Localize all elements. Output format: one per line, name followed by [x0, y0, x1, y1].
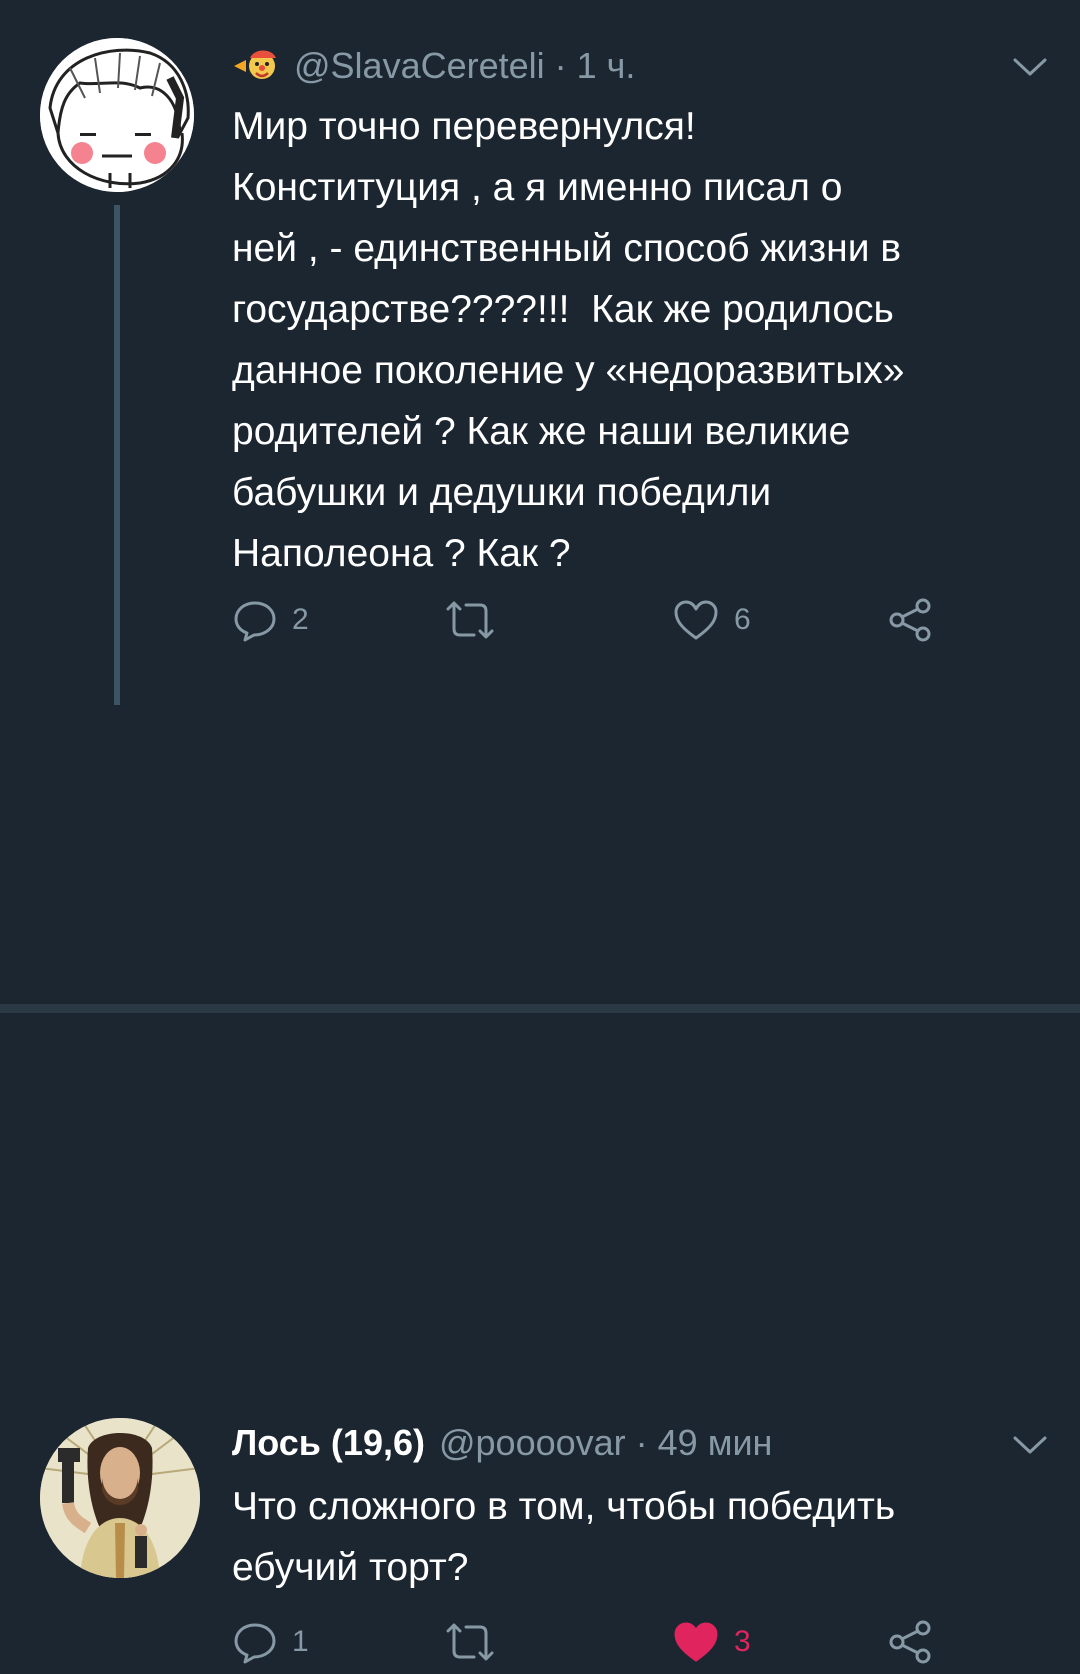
- tweet-2[interactable]: Лось (19,6) @poooovar · 49 мин Что сложн…: [0, 700, 1080, 1664]
- like-button[interactable]: 3: [672, 1614, 751, 1670]
- like-button[interactable]: 6: [672, 592, 751, 648]
- share-icon: [889, 1620, 931, 1664]
- separator-dot: ·: [635, 1422, 648, 1463]
- separator-dot: ·: [554, 45, 567, 86]
- jesus-with-gun-avatar-image: [40, 1418, 200, 1578]
- avatar[interactable]: [40, 1418, 200, 1578]
- chevron-down-icon[interactable]: [1012, 1434, 1048, 1456]
- tweet-handle[interactable]: @poooovar: [439, 1422, 626, 1464]
- retweet-button[interactable]: [442, 1614, 512, 1670]
- share-button[interactable]: [887, 1614, 935, 1670]
- retweet-icon: [446, 601, 494, 639]
- tweet-header: Лось (19,6) @poooovar · 49 мин: [232, 1422, 772, 1464]
- tweet-text: Что сложного в том, чтобы победить ебучи…: [232, 1485, 896, 1589]
- reply-icon: [234, 1623, 276, 1664]
- tweet-actions: 1 3: [232, 1614, 992, 1674]
- tweet-time[interactable]: 49 мин: [658, 1422, 773, 1464]
- display-name[interactable]: Лось (19,6): [232, 1422, 425, 1464]
- retweet-icon: [446, 1623, 494, 1661]
- heart-icon: [674, 600, 718, 640]
- tweet-header: @SlavaCereteli · 1 ч.: [232, 42, 635, 87]
- avatar[interactable]: [40, 38, 194, 192]
- share-icon: [889, 598, 931, 642]
- reply-icon: [234, 601, 276, 642]
- tweet-text: Мир точно перевернулся! Конституция , а …: [232, 105, 905, 575]
- chevron-down-icon[interactable]: [1012, 56, 1048, 78]
- tweet-actions: 2 6: [232, 592, 992, 652]
- reply-count: 2: [292, 603, 309, 636]
- reply-button[interactable]: 2: [232, 592, 309, 648]
- tweet-time[interactable]: 1 ч.: [577, 45, 636, 87]
- reply-count: 1: [292, 1625, 309, 1658]
- thread-line: [114, 205, 120, 705]
- like-count: 3: [734, 1625, 751, 1658]
- tweet-handle[interactable]: @SlavaCereteli: [294, 45, 545, 87]
- cartoon-avatar-image: [40, 38, 194, 192]
- heart-filled-icon: [674, 1622, 718, 1662]
- bottom-divider: [0, 1004, 1080, 1013]
- like-count: 6: [734, 603, 751, 636]
- tweet-1[interactable]: @SlavaCereteli · 1 ч. Мир точно переверн…: [0, 0, 1080, 705]
- share-button[interactable]: [887, 592, 935, 648]
- clown-emoji-icon: [232, 46, 282, 82]
- reply-button[interactable]: 1: [232, 1614, 309, 1670]
- retweet-button[interactable]: [442, 592, 512, 648]
